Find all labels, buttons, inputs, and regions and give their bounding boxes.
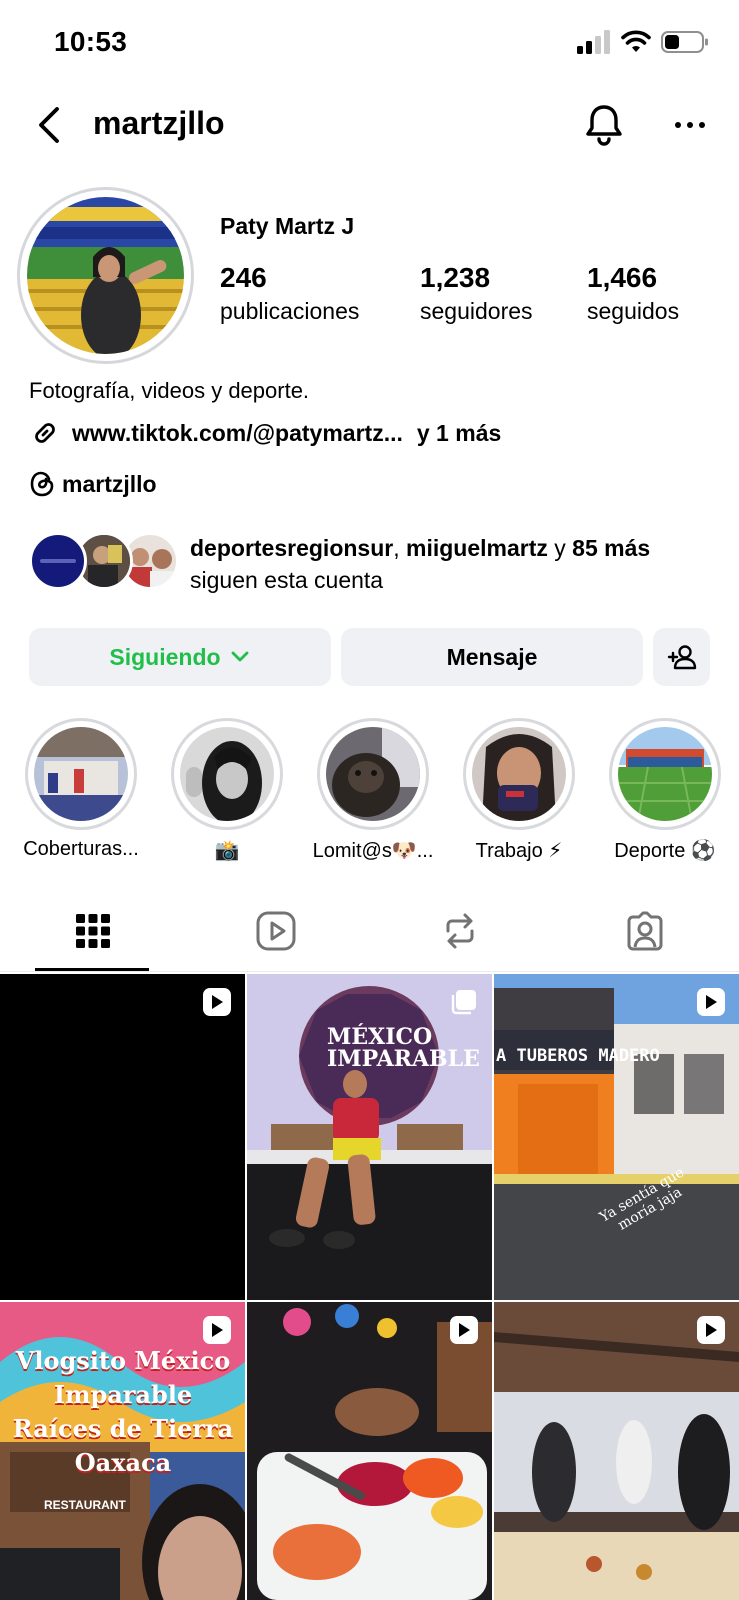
followers-label: seguidores — [420, 298, 533, 324]
stat-posts[interactable]: 246 publicaciones — [220, 262, 359, 325]
tab-tagged[interactable] — [587, 890, 702, 972]
profile-tabs — [0, 890, 739, 972]
profile-username: martzjllo — [93, 105, 225, 141]
message-button[interactable]: Mensaje — [341, 628, 643, 686]
threads-badge[interactable]: martzjllo — [29, 470, 157, 498]
highlight-cover-1 — [34, 727, 128, 821]
reel-badge-icon — [203, 1316, 231, 1344]
highlight-trabajo[interactable]: Trabajo ⚡ — [463, 718, 575, 862]
mutual-followers-text: deportesregionsur, miiguelmartz y 85 más… — [190, 532, 650, 596]
bio-link-more[interactable]: y 1 más — [417, 420, 501, 447]
grid-icon — [75, 914, 110, 948]
post-thumbnail[interactable] — [0, 974, 245, 1300]
battery-icon — [661, 31, 708, 53]
posts-grid: MÉXICO IMPARABLE A TUBEROS MADERO Ya sen… — [0, 974, 739, 1600]
post-thumbnail[interactable]: MÉXICO IMPARABLE — [247, 974, 492, 1300]
message-button-label: Mensaje — [446, 643, 538, 670]
display-name: Paty Martz J — [220, 213, 355, 239]
mutual-user-1[interactable]: deportesregionsur — [190, 535, 393, 561]
post-sign-text: RESTAURANT — [44, 1498, 126, 1512]
stat-following[interactable]: 1,466 seguidos — [587, 262, 679, 325]
followers-count: 1,238 — [420, 262, 491, 293]
reel-badge-icon — [203, 988, 231, 1016]
following-button[interactable]: Siguiendo — [29, 628, 331, 686]
bio-text: Fotografía, videos y deporte. — [29, 378, 310, 403]
threads-icon — [30, 471, 54, 497]
post-overlay-text: Vlogsito México Imparable Raíces de Tier… — [12, 1346, 234, 1477]
highlight-label: Deporte ⚽ — [614, 840, 716, 862]
highlight-cover-5 — [618, 727, 712, 821]
reel-badge-icon — [697, 988, 725, 1016]
following-count: 1,466 — [587, 262, 658, 293]
status-time: 10:53 — [54, 26, 128, 57]
carousel-badge-icon — [450, 988, 478, 1016]
bio-link[interactable]: www.tiktok.com/@patymartz... y 1 más — [29, 417, 501, 449]
wifi-icon — [621, 30, 651, 52]
post-thumbnail[interactable]: A TUBEROS MADERO Ya sentía que moría jaj… — [494, 974, 739, 1300]
posts-count: 246 — [220, 262, 267, 293]
more-options-icon[interactable] — [668, 113, 712, 137]
highlight-deporte[interactable]: Deporte ⚽ — [609, 718, 721, 862]
reel-badge-icon — [697, 1316, 725, 1344]
post-thumbnail[interactable] — [247, 1302, 492, 1600]
highlight-camera[interactable]: 📸 — [171, 718, 283, 862]
tab-reposts[interactable] — [402, 890, 517, 972]
status-bar: 10:53 — [0, 0, 739, 80]
chevron-down-icon — [231, 651, 248, 662]
profile-header: martzjllo — [0, 95, 739, 155]
status-icons — [577, 30, 709, 54]
avatar-image — [27, 197, 184, 354]
active-tab-indicator — [35, 968, 149, 971]
highlight-cover-2 — [180, 727, 274, 821]
mutual-separator: , — [393, 535, 400, 561]
stat-followers[interactable]: 1,238 seguidores — [420, 262, 533, 325]
highlight-cover-4 — [472, 727, 566, 821]
mutual-user-2[interactable]: miiguelmartz — [406, 535, 548, 561]
mutual-and: y — [554, 535, 566, 561]
threads-handle: martzjllo — [62, 470, 157, 497]
reel-badge-icon — [450, 1316, 478, 1344]
profile-avatar[interactable] — [17, 187, 194, 364]
back-arrow-icon[interactable] — [30, 103, 70, 147]
suggested-users-button[interactable] — [653, 628, 710, 686]
posts-label: publicaciones — [220, 298, 360, 324]
following-button-label: Siguiendo — [109, 643, 221, 670]
tagged-icon — [627, 911, 662, 951]
highlight-cover-3 — [326, 727, 420, 821]
repost-icon — [446, 913, 473, 949]
following-label: seguidos — [587, 298, 680, 324]
mutual-suffix: siguen esta cuenta — [190, 567, 384, 593]
mutual-others[interactable]: 85 más — [572, 535, 650, 561]
notifications-bell-icon[interactable] — [582, 101, 626, 149]
bio-link-url[interactable]: www.tiktok.com/@patymartz... — [72, 420, 403, 447]
cellular-signal-icon — [577, 30, 610, 54]
mutual-avatar-1 — [29, 532, 87, 590]
post-thumbnail[interactable] — [494, 1302, 739, 1600]
reels-icon — [256, 911, 295, 951]
tab-reels[interactable] — [218, 890, 333, 972]
tab-posts-grid[interactable] — [35, 890, 150, 972]
add-user-icon — [667, 645, 696, 670]
highlight-lomitos[interactable]: Lomit@s🐶... — [313, 718, 433, 862]
post-thumbnail[interactable]: Vlogsito México Imparable Raíces de Tier… — [0, 1302, 245, 1600]
post-sign-text: A TUBEROS MADERO — [496, 1046, 660, 1066]
highlight-coberturas[interactable]: Coberturas... — [23, 718, 139, 860]
link-icon — [35, 423, 55, 443]
post-overlay-text: MÉXICO IMPARABLE — [327, 1024, 480, 1072]
